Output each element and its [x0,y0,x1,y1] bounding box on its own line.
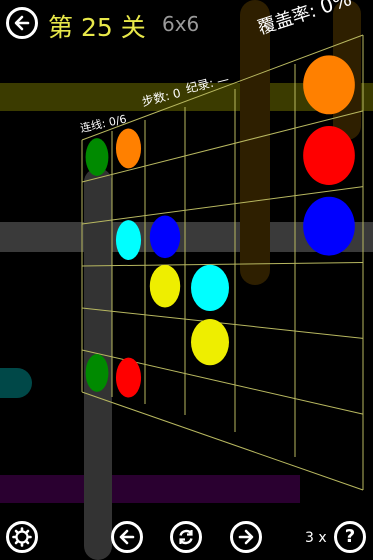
dot-blue[interactable] [303,196,355,256]
dot-orange[interactable] [303,55,355,115]
dot-green[interactable] [85,354,109,392]
grid-row-line [81,391,364,491]
help-icon: ? [344,526,356,547]
dot-green[interactable] [85,138,109,176]
dot-cyan[interactable] [191,264,229,311]
hints-count: 3 x [305,530,327,546]
settings-button[interactable] [6,521,38,553]
previous-level-button[interactable] [111,521,143,553]
dot-orange[interactable] [115,128,142,169]
dot-yellow[interactable] [149,264,181,308]
dot-red[interactable] [303,126,355,185]
refresh-icon [179,529,193,545]
gear-icon [12,527,32,547]
restart-button[interactable] [170,521,202,553]
arrow-left-icon [119,529,135,545]
next-level-button[interactable] [230,521,262,553]
dot-cyan[interactable] [115,220,142,261]
arrow-left-icon [14,15,30,31]
help-button[interactable]: ? [334,521,366,553]
level-title: 第 25 关 [48,13,146,42]
dot-blue[interactable] [149,215,181,259]
dot-yellow[interactable] [191,319,229,366]
dot-red[interactable] [115,357,142,398]
back-button[interactable] [6,7,38,39]
grid-size-label: 6x6 [162,12,200,36]
arrow-right-icon [238,529,254,545]
grid-row-line [81,262,364,267]
